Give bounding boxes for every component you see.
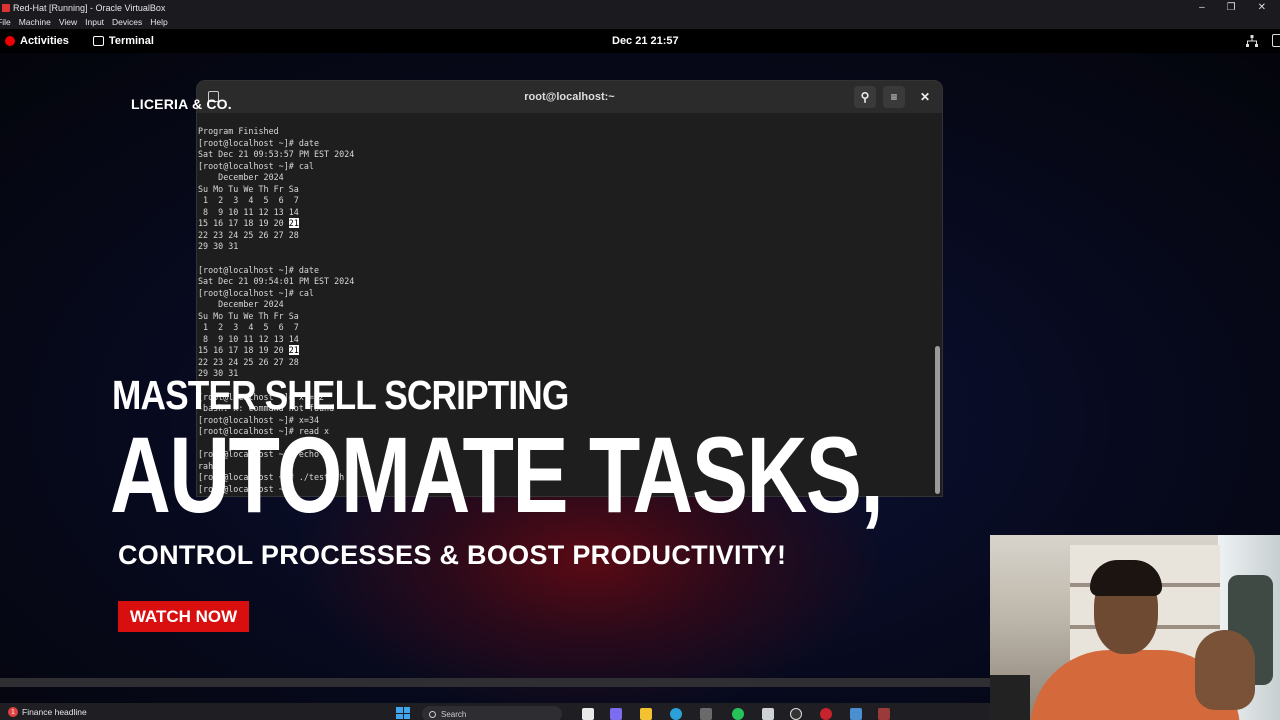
edge-browser-icon[interactable] [670,708,682,720]
terminal-line: Su Mo Tu We Th Fr Sa [198,310,299,321]
brand-logo-text: LICERIA & CO. [131,96,232,112]
windows-taskbar: 1 Finance headline Search [0,703,990,720]
minimize-button[interactable]: – [1199,2,1205,13]
activities-button[interactable]: Activities [0,35,69,47]
search-placeholder: Search [441,709,467,719]
terminal-line: December 2024 [198,172,284,183]
close-button[interactable]: ✕ [1258,2,1266,13]
virtualbox-title-bar[interactable]: Red-Hat [Running] - Oracle VirtualBox – … [0,0,1280,15]
headline-small: MASTER SHELL SCRIPTING [112,372,569,418]
app-icon[interactable] [700,708,712,720]
menu-view[interactable]: View [59,17,77,27]
terminal-line: 15 16 17 18 19 20 21 [198,218,299,229]
photos-icon[interactable] [850,708,862,720]
webcam-person-hand [1195,630,1255,710]
terminal-line: 22 23 24 25 26 27 28 [198,356,299,367]
redhat-logo-icon [5,36,15,46]
search-icon [429,710,436,718]
terminal-line: 29 30 31 [198,241,239,252]
taskbar-divider [0,678,990,687]
terminal-line: 1 2 3 4 5 6 7 [198,322,299,333]
notes-app-icon[interactable] [762,708,774,720]
terminal-title: root@localhost:~ [524,91,615,103]
file-explorer-icon[interactable] [640,708,652,720]
gnome-top-bar: Activities Terminal Dec 21 21:57 [0,29,1280,53]
system-menu-icon[interactable] [1272,34,1280,47]
app-menu-terminal[interactable]: Terminal [92,35,154,47]
terminal-line: [root@localhost ~]# cal [198,160,314,171]
subheadline: CONTROL PROCESSES & BOOST PRODUCTIVITY! [118,540,787,570]
terminal-line: [root@localhost ~]# date [198,264,320,275]
terminal-line: 8 9 10 11 12 13 14 [198,206,299,217]
current-day-highlight: 21 [288,345,299,356]
screen: Red-Hat [Running] - Oracle VirtualBox – … [0,0,1280,720]
terminal-icon [92,36,104,46]
windows-start-icon[interactable] [396,707,410,719]
terminal-header-bar[interactable]: root@localhost:~ ⚲ ≡ ✕ [197,81,942,113]
terminal-line: [root@localhost ~]# cal [198,287,314,298]
terminal-line: 8 9 10 11 12 13 14 [198,333,299,344]
activities-label: Activities [20,35,69,47]
restore-button[interactable]: ❐ [1227,2,1236,13]
terminal-line: December 2024 [198,299,284,310]
virtualbox-icon [2,3,10,12]
menu-file[interactable]: File [0,17,11,27]
whatsapp-icon[interactable] [732,708,744,720]
close-icon: ✕ [919,90,931,104]
terminal-line: 15 16 17 18 19 20 21 [198,345,299,356]
copilot-icon[interactable] [610,708,622,720]
file-app-icon[interactable] [582,708,594,720]
terminal-line: Su Mo Tu We Th Fr Sa [198,183,299,194]
scrollbar-thumb[interactable] [935,346,940,494]
terminal-line: 1 2 3 4 5 6 7 [198,195,299,206]
virtualbox-menu-bar: File Machine View Input Devices Help [0,15,1280,29]
taskbar-search[interactable]: Search [422,706,562,720]
terminal-line: Sat Dec 21 09:54:01 PM EST 2024 [198,276,355,287]
app-menu-label: Terminal [108,35,154,47]
hamburger-icon: ≡ [890,90,898,104]
news-headline: Finance headline [22,707,87,717]
terminal-scrollbar[interactable] [935,116,940,494]
current-day-highlight: 21 [288,218,299,229]
terminal-search-button[interactable]: ⚲ [854,86,876,108]
terminal-line: 22 23 24 25 26 27 28 [198,229,299,240]
search-icon: ⚲ [860,90,870,104]
watch-now-button[interactable]: WATCH NOW [118,601,249,632]
headline-large: AUTOMATE TASKS, [110,414,884,535]
recorder-icon[interactable] [820,708,832,720]
network-icon[interactable] [1246,35,1258,47]
menu-help[interactable]: Help [150,17,167,27]
virtualbox-taskbar-icon[interactable] [878,708,890,720]
terminal-line: [root@localhost ~]# date [198,137,320,148]
maps-icon[interactable] [790,708,802,720]
terminal-line: Program Finished [198,126,279,136]
menu-machine[interactable]: Machine [19,17,51,27]
virtualbox-window-title: Red-Hat [Running] - Oracle VirtualBox [13,2,166,13]
news-badge: 1 [8,707,18,717]
clock[interactable]: Dec 21 21:57 [612,35,679,47]
webcam-person-hair [1090,560,1162,596]
menu-input[interactable]: Input [85,17,104,27]
terminal-line: Sat Dec 21 09:53:57 PM EST 2024 [198,149,355,160]
window-controls: – ❐ ✕ [1199,2,1280,13]
terminal-close-button[interactable]: ✕ [914,86,936,108]
menu-devices[interactable]: Devices [112,17,142,27]
webcam-video [990,535,1280,720]
terminal-menu-button[interactable]: ≡ [883,86,905,108]
news-widget[interactable]: 1 Finance headline [8,707,87,717]
webcam-dark-object [990,675,1030,720]
